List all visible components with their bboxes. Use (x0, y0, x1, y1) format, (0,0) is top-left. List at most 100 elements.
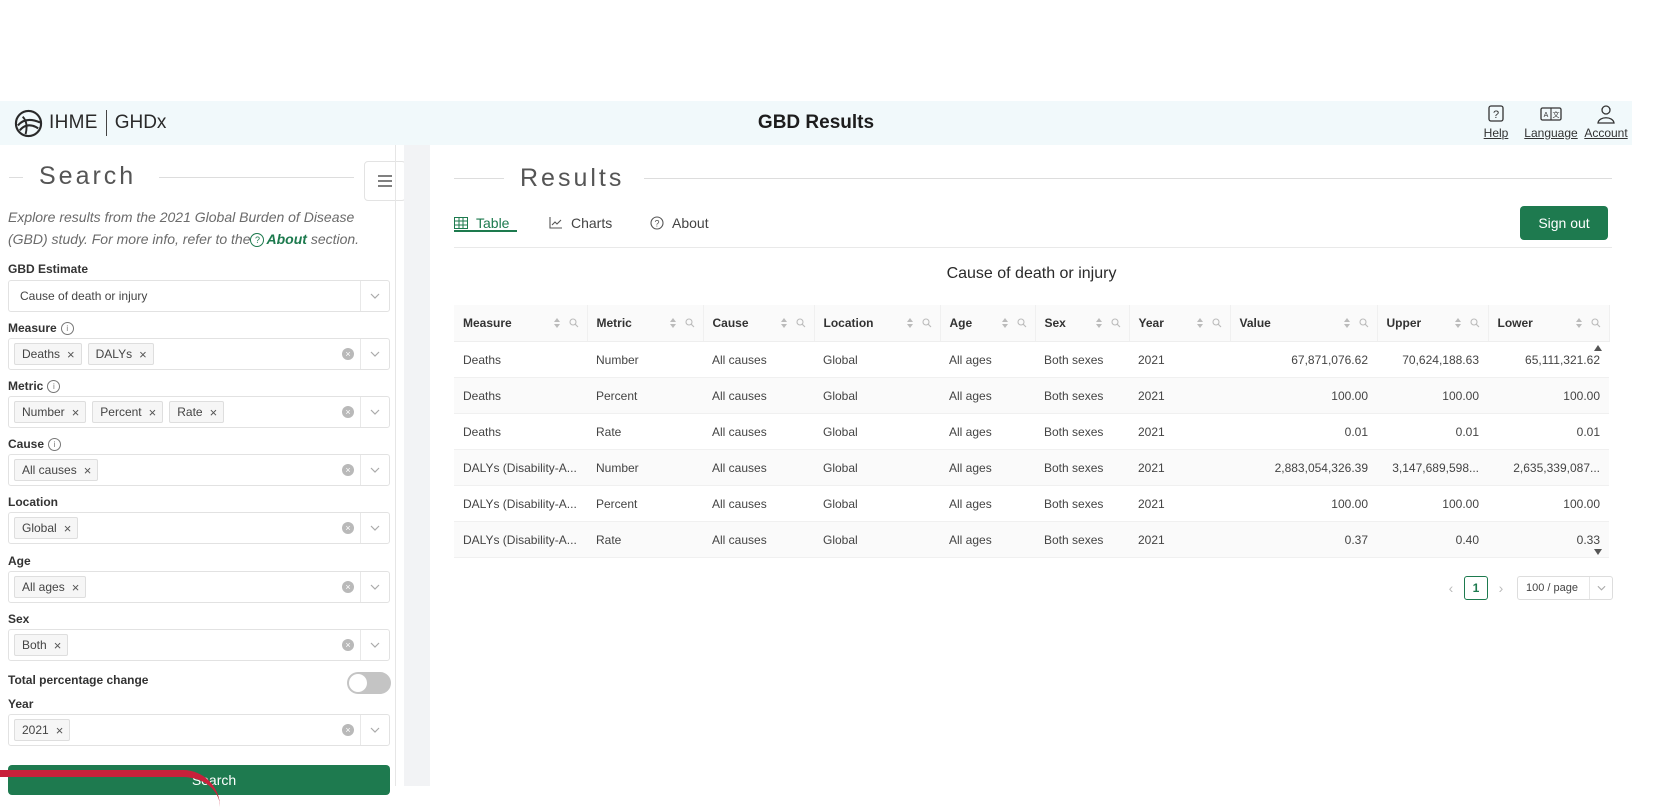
sort-icon[interactable] (553, 317, 561, 329)
location-label: Location (8, 495, 58, 509)
total-percentage-change-toggle[interactable] (347, 672, 391, 694)
sort-icon[interactable] (780, 317, 788, 329)
metric-select[interactable]: Number × Percent × Rate × × (8, 396, 390, 428)
sign-out-button[interactable]: Sign out (1520, 206, 1608, 240)
panel-gutter[interactable] (404, 145, 430, 786)
search-icon[interactable] (568, 318, 579, 328)
age-label: Age (8, 554, 31, 568)
sort-icon[interactable] (1001, 317, 1009, 329)
prev-page-icon[interactable]: ‹ (1443, 580, 1459, 596)
table-cell: Global (814, 413, 940, 450)
year-select[interactable]: 2021 × × (8, 714, 390, 746)
sort-icon[interactable] (1575, 317, 1583, 329)
intro-suffix: section. (310, 231, 360, 247)
language-link[interactable]: A文 Language (1522, 103, 1580, 140)
table-cell: 100.00 (1377, 377, 1488, 414)
column-header-label: Value (1239, 316, 1271, 330)
year-label: Year (8, 697, 33, 711)
gbd-estimate-select[interactable]: Cause of death or injury (8, 280, 390, 312)
chevron-down-icon (360, 572, 389, 602)
table-header-row: Measure Metric Cause Location Age Sex Year Valu… (454, 305, 1610, 342)
search-icon[interactable] (1358, 318, 1369, 328)
results-tabs: Table Charts ? About (454, 205, 1612, 248)
sort-icon[interactable] (906, 317, 914, 329)
metric-tag: Rate × (169, 401, 225, 423)
column-header[interactable]: Value (1230, 305, 1378, 342)
remove-tag-icon[interactable]: × (210, 405, 218, 420)
column-header[interactable]: Age (940, 305, 1036, 342)
search-icon[interactable] (921, 318, 932, 328)
column-header[interactable]: Cause (703, 305, 815, 342)
clear-icon[interactable]: × (342, 724, 354, 736)
tab-table[interactable]: Table (454, 215, 517, 232)
page-size-select[interactable]: 100 / page (1517, 576, 1613, 600)
column-header[interactable]: Location (814, 305, 941, 342)
svg-text:?: ? (1493, 109, 1499, 121)
remove-tag-icon[interactable]: × (84, 463, 92, 478)
panel-menu-button[interactable] (364, 161, 406, 201)
column-header[interactable]: Year (1129, 305, 1231, 342)
account-icon (1597, 105, 1615, 124)
search-icon[interactable] (1016, 318, 1027, 328)
clear-icon[interactable]: × (342, 348, 354, 360)
cause-select[interactable]: All causes × × (8, 454, 390, 486)
location-select[interactable]: Global × × (8, 512, 390, 544)
sort-icon[interactable] (669, 317, 677, 329)
chevron-down-icon (360, 455, 389, 485)
account-link[interactable]: Account (1584, 103, 1628, 140)
age-select[interactable]: All ages × × (8, 571, 390, 603)
clear-icon[interactable]: × (342, 464, 354, 476)
tag-label: All ages (22, 580, 65, 594)
search-icon[interactable] (1110, 318, 1121, 328)
column-header-label: Upper (1386, 316, 1422, 330)
info-icon[interactable]: i (48, 437, 62, 451)
info-icon[interactable]: i (60, 321, 74, 335)
search-icon[interactable] (1590, 318, 1601, 328)
about-link[interactable]: About (266, 231, 306, 247)
remove-tag-icon[interactable]: × (56, 723, 64, 738)
clear-icon[interactable]: × (342, 406, 354, 418)
column-header[interactable]: Upper (1377, 305, 1489, 342)
remove-tag-icon[interactable]: × (54, 638, 62, 653)
search-icon[interactable] (1469, 318, 1480, 328)
next-page-icon[interactable]: › (1493, 580, 1509, 596)
clear-icon[interactable]: × (342, 639, 354, 651)
sex-label: Sex (8, 612, 29, 626)
search-icon[interactable] (684, 318, 695, 328)
remove-tag-icon[interactable]: × (139, 347, 147, 362)
table-cell: All causes (703, 485, 814, 522)
tag-label: Rate (177, 405, 203, 419)
remove-tag-icon[interactable]: × (67, 347, 75, 362)
page-number-button[interactable]: 1 (1464, 576, 1488, 600)
sex-select[interactable]: Both × × (8, 629, 390, 661)
column-header[interactable]: Metric (587, 305, 704, 342)
sort-icon[interactable] (1454, 317, 1462, 329)
column-header[interactable]: Measure (454, 305, 588, 342)
tab-about[interactable]: ? About (650, 215, 709, 231)
scroll-down-arrow-icon (1594, 549, 1602, 555)
column-header[interactable]: Sex (1035, 305, 1130, 342)
info-icon[interactable]: i (47, 379, 61, 393)
sort-icon[interactable] (1343, 317, 1351, 329)
sort-icon[interactable] (1095, 317, 1103, 329)
measure-select[interactable]: Deaths × DALYs × × (8, 338, 390, 370)
clear-icon[interactable]: × (342, 581, 354, 593)
remove-tag-icon[interactable]: × (64, 521, 72, 536)
table-cell: Number (587, 449, 703, 486)
column-header[interactable]: Lower (1488, 305, 1610, 342)
remove-tag-icon[interactable]: × (72, 580, 80, 595)
toggle-label-text: Total percentage change (8, 673, 149, 687)
table-cell: 2021 (1129, 485, 1230, 522)
search-icon[interactable] (1211, 318, 1222, 328)
remove-tag-icon[interactable]: × (72, 405, 80, 420)
table-scrollbar[interactable] (1591, 341, 1605, 559)
tab-charts[interactable]: Charts (549, 215, 612, 231)
table-cell: Global (814, 377, 940, 414)
clear-icon[interactable]: × (342, 522, 354, 534)
help-link[interactable]: ? Help (1474, 103, 1518, 140)
table-cell: 100.00 (1377, 485, 1488, 522)
language-label: Language (1524, 126, 1578, 140)
sort-icon[interactable] (1196, 317, 1204, 329)
search-icon[interactable] (795, 318, 806, 328)
remove-tag-icon[interactable]: × (149, 405, 157, 420)
